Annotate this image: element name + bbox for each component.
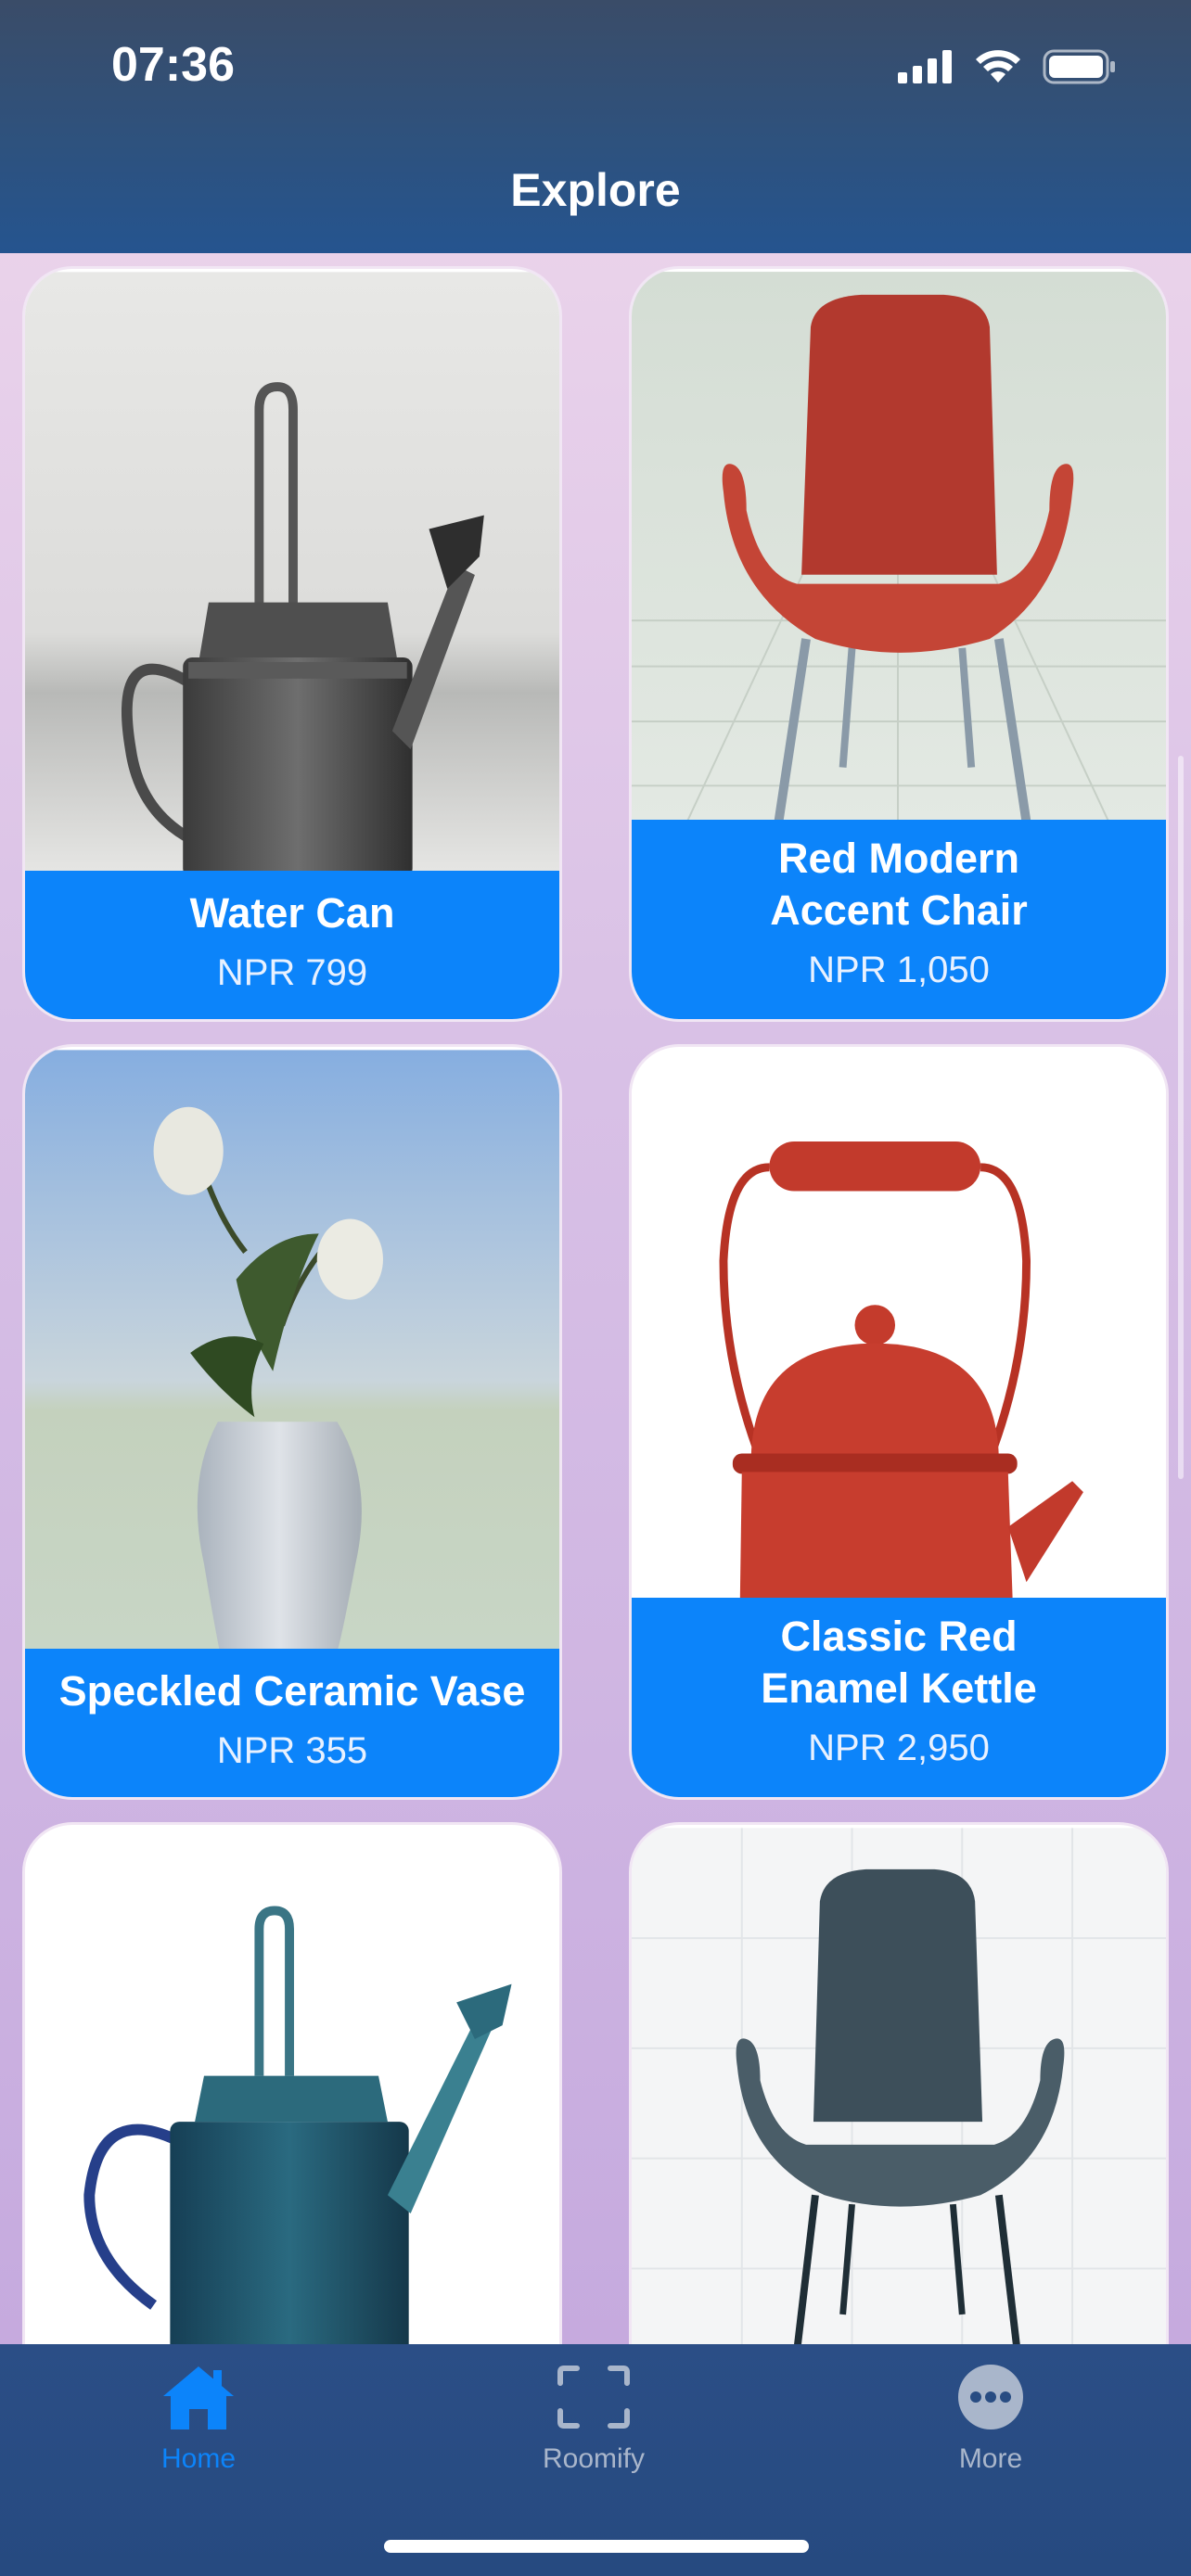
product-price: NPR 2,950 — [808, 1728, 990, 1768]
tab-roomify-label: Roomify — [542, 2443, 646, 2474]
product-info: Speckled Ceramic Vase NPR 355 — [25, 1649, 559, 1797]
house-icon — [163, 2366, 234, 2429]
tab-more[interactable]: More — [852, 2344, 1130, 2475]
battery-icon — [1043, 49, 1115, 84]
product-name-line-1: Classic Red — [780, 1613, 1018, 1660]
product-card[interactable]: Classic Red Enamel Kettle NPR 2,950 — [629, 1044, 1169, 1800]
product-card[interactable] — [629, 1822, 1169, 2344]
status-icons — [898, 48, 1117, 85]
product-image-red-chair — [632, 272, 1166, 823]
product-info: Classic Red Enamel Kettle NPR 2,950 — [632, 1598, 1166, 1797]
product-name-line-2: Accent Chair — [770, 886, 1028, 934]
tab-roomify[interactable]: Roomify — [455, 2344, 733, 2475]
tab-home-label: Home — [160, 2443, 237, 2474]
product-price: NPR 799 — [216, 952, 368, 993]
home-indicator[interactable] — [384, 2540, 809, 2553]
product-grid[interactable]: Water Can NPR 799 Red Modern Accent Chai… — [0, 253, 1191, 2344]
product-card[interactable]: Water Can NPR 799 — [22, 266, 562, 1022]
product-card[interactable]: Speckled Ceramic Vase NPR 355 — [22, 1044, 562, 1800]
product-price: NPR 1,050 — [808, 950, 990, 990]
product-card[interactable] — [22, 1822, 562, 2344]
tab-more-label: More — [958, 2443, 1023, 2474]
product-image-water-can — [25, 272, 559, 876]
ellipsis-circle-icon — [958, 2365, 1023, 2429]
product-name-line-1: Red Modern — [777, 835, 1019, 882]
product-name: Water Can — [189, 889, 395, 937]
product-image-ceramic-vase — [25, 1050, 559, 1651]
product-name-line-2: Enamel Kettle — [761, 1664, 1037, 1712]
signal-icon — [898, 50, 952, 83]
product-image-dark-chair — [632, 1828, 1166, 2344]
scan-frame-icon — [557, 2366, 630, 2429]
tab-home[interactable]: Home — [59, 2344, 338, 2475]
scrollbar[interactable] — [1178, 756, 1184, 1479]
product-info: Water Can NPR 799 — [25, 871, 559, 1019]
wifi-icon — [976, 50, 1020, 83]
status-time: 07:36 — [111, 38, 235, 92]
page-title: Explore — [510, 164, 681, 216]
product-info: Red Modern Accent Chair NPR 1,050 — [632, 820, 1166, 1019]
product-price: NPR 355 — [216, 1730, 368, 1771]
product-image-teal-water-can — [25, 1828, 559, 2344]
navigation-header: 07:36 Explore — [0, 0, 1191, 253]
product-image-red-kettle — [632, 1050, 1166, 1600]
product-name: Speckled Ceramic Vase — [58, 1667, 526, 1715]
product-card[interactable]: Red Modern Accent Chair NPR 1,050 — [629, 266, 1169, 1022]
